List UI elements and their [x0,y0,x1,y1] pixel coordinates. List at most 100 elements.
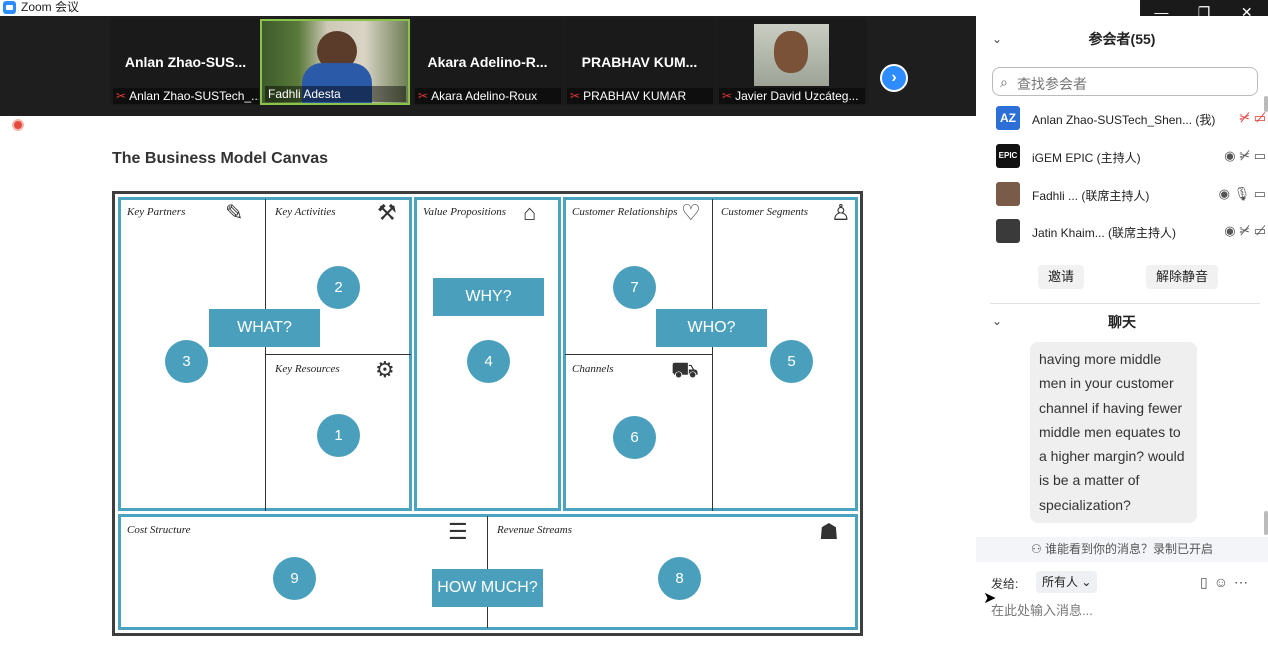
muted-mic-icon: ✂ [722,89,733,103]
muted-mic-icon: ✂ [116,89,127,103]
unmute-all-button[interactable]: 解除静音 [1146,265,1219,289]
question-why: WHY? [433,278,544,316]
number-circle-1: 1 [317,414,360,457]
participant-tile-active-speaker[interactable]: Fadhli Adesta [260,19,410,105]
number-circle-9: 9 [273,557,316,600]
question-what: WHAT? [209,309,320,347]
more-icon[interactable]: ⋯ [1234,574,1254,590]
heart-icon: ♡ [681,200,701,225]
worker-icon: ⚒ [377,200,397,225]
label-key-resources: Key Resources [275,363,340,375]
number-circle-2: 2 [317,266,360,309]
video-gallery-strip: Anlan Zhao-SUS... ✂ Anlan Zhao-SUSTech_..… [0,16,976,116]
truck-icon: ⛟ [671,357,699,382]
participant-row[interactable]: Jatin Khaim... (联席主持人) ◉ ✂̸ ▭̸ [996,215,1266,249]
participant-tile[interactable]: PRABHAV KUM... ✂ PRABHAV KUMAR [564,19,715,105]
chat-header: 聊天 [1108,314,1136,330]
question-how-much: HOW MUCH? [432,569,543,607]
avatar [996,219,1020,243]
tile-display-name: Anlan Zhao-SUS... [124,54,247,70]
factory-worker-icon: ⚙ [375,357,395,382]
person-head [774,31,808,73]
tile-label: ✂ Anlan Zhao-SUSTech_... [113,88,259,104]
participant-search-input[interactable]: ⌕ 查找参会者 [992,67,1258,96]
emoji-icon[interactable]: ☺ [1214,574,1234,590]
number-circle-8: 8 [658,557,701,600]
gift-icon: ⌂ [523,200,537,225]
divider [265,199,266,511]
number-circle-7: 7 [613,266,656,309]
zoom-logo-icon [3,1,16,14]
question-who: WHO? [656,309,767,347]
participant-tile[interactable]: ✂ Javier David Uzcáteg... [716,19,867,105]
chat-message: having more middle men in your customer … [1030,342,1197,523]
chat-scrollbar[interactable] [1264,511,1268,535]
participant-row[interactable]: AZ Anlan Zhao-SUSTech_Shen... (我) ✂̸ ▭̸ [996,102,1266,136]
chat-visibility-notice[interactable]: ⚇ 谁能看到你的消息？录制已开启 [976,537,1268,562]
label-revenue-streams: Revenue Streams [497,524,573,536]
label-key-partners: Key Partners [127,206,186,218]
number-circle-6: 6 [613,416,656,459]
number-circle-4: 4 [467,340,510,383]
recording-indicator-icon [12,119,24,131]
participants-header: 参会者(55) [1088,31,1156,47]
label-cost-structure: Cost Structure [127,524,191,536]
participant-name: Fadhli ... (联席主持人) [1032,189,1150,203]
person-icon: ⚇ [1030,542,1046,556]
participant-row[interactable]: Fadhli ... (联席主持人) ◉ 🎙 ▭ [996,178,1266,212]
send-to-select[interactable]: 所有人 ⌄ [1036,571,1098,593]
muted-mic-icon: ✂ [570,89,581,103]
business-model-canvas: Key Partners Key Activities Key Resource… [112,191,863,636]
avatar [996,182,1020,206]
participant-row[interactable]: EPIC iGEM EPIC (主持人) ◉ ✂̸ ▭ [996,140,1266,174]
participant-name: Anlan Zhao-SUSTech_Shen... (我) [1032,113,1216,127]
avatar: AZ [996,106,1020,130]
label-customer-relationships: Customer Relationships [572,206,678,218]
participant-tile[interactable]: Akara Adelino-R... ✂ Akara Adelino-Roux [412,19,563,105]
number-circle-5: 5 [770,340,813,383]
participant-tile[interactable]: Anlan Zhao-SUS... ✂ Anlan Zhao-SUSTech_..… [110,19,261,105]
search-icon: ⌕ [1000,74,1008,90]
tile-label: ✂ Akara Adelino-Roux [415,88,561,104]
chevron-down-icon: ⌄ [1078,575,1092,589]
person-icon: ♙ [831,200,851,225]
handshake-icon: ✎ [225,200,244,225]
participant-name: iGEM EPIC (主持人) [1032,151,1141,165]
chat-message-input[interactable]: 在此处输入消息... [991,600,1093,619]
participant-status-icons: ◉ ✂̸ ▭̸ [1224,223,1266,238]
invite-button[interactable]: 邀请 [1038,265,1085,289]
mouse-cursor-icon: ➤ [983,590,997,607]
chat-tools: ▯☺⋯ [1200,574,1254,591]
avatar: EPIC [996,144,1020,168]
label-customer-segments: Customer Segments [721,206,809,218]
title-bar: Zoom 会议 [0,0,1268,16]
next-page-arrow-icon[interactable]: › [880,64,908,92]
search-placeholder: 查找参会者 [1017,76,1087,92]
divider [565,354,712,355]
zoom-meeting-window: Zoom 会议 — ❐ ✕ Anlan Zhao-SUS... ✂ Anlan Z… [0,0,1268,657]
divider [712,199,713,511]
cash-register-icon: ☗ [819,519,839,544]
participant-name: Jatin Khaim... (联席主持人) [1032,226,1177,240]
participants-scrollbar[interactable] [1264,96,1268,112]
divider [990,303,1260,304]
tile-display-name: PRABHAV KUM... [581,54,698,70]
participant-status-icons: ◉ ✂̸ ▭ [1224,148,1266,163]
file-icon[interactable]: ▯ [1200,574,1214,590]
number-circle-3: 3 [165,340,208,383]
label-key-activities: Key Activities [275,206,336,218]
paper-icon: ☰ [448,519,468,544]
muted-mic-icon: ✂ [418,89,429,103]
participant-status-icons: ◉ 🎙 ▭ [1218,186,1266,201]
label-value-propositions: Value Propositions [423,206,507,218]
window-title: Zoom 会议 [21,0,80,14]
side-panel: ⌄ 参会者(55) ⌕ 查找参会者 AZ Anlan Zhao-SUSTech_… [976,16,1268,657]
participant-status-icons: ✂̸ ▭̸ [1239,110,1266,125]
slide-title: The Business Model Canvas [112,150,329,167]
tile-label: Fadhli Adesta [265,86,406,102]
label-channels: Channels [572,363,614,375]
tile-label: ✂ PRABHAV KUMAR [567,88,713,104]
divider [265,354,411,355]
tile-label: ✂ Javier David Uzcáteg... [719,88,865,104]
tile-display-name: Akara Adelino-R... [427,54,548,70]
